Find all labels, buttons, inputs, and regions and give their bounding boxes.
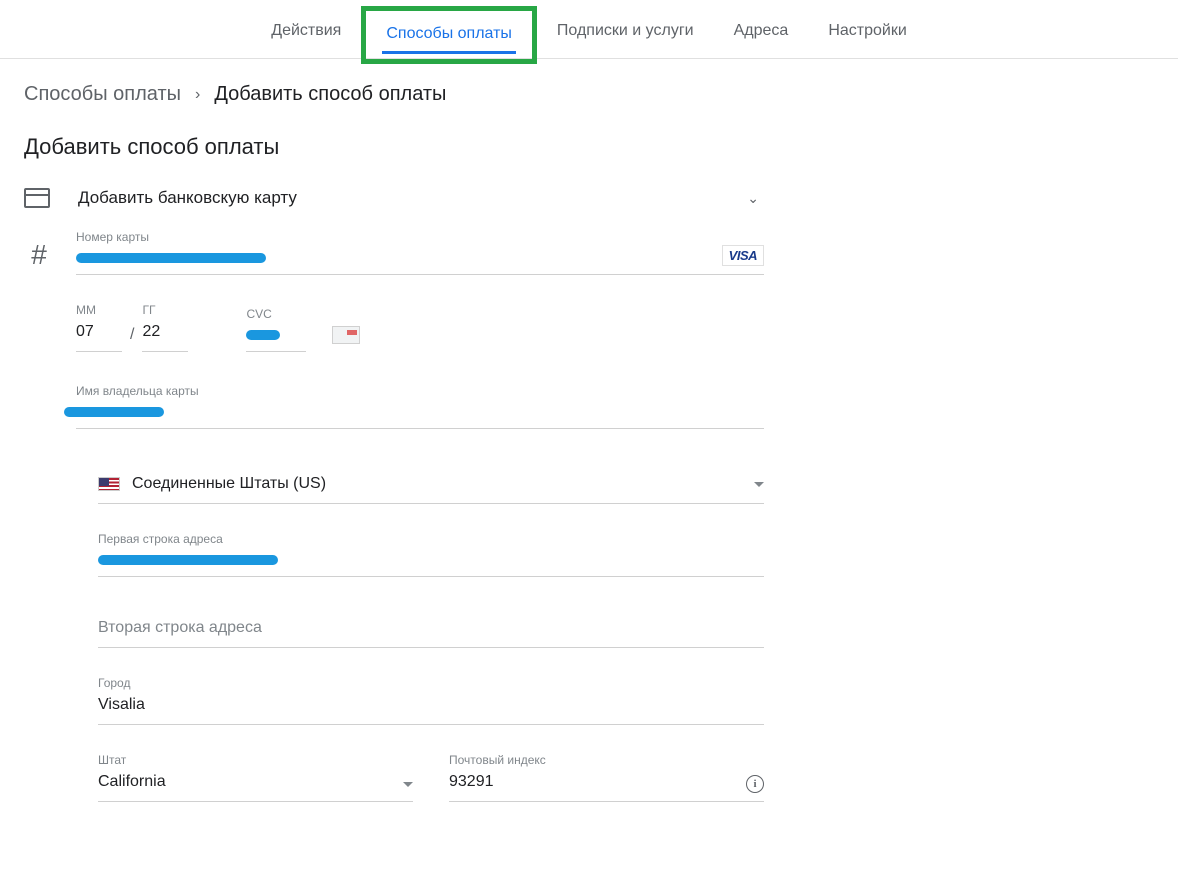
card-number-redacted [76, 253, 266, 263]
dropdown-arrow-icon [754, 482, 764, 487]
card-icon [24, 188, 50, 208]
state-select[interactable]: California [98, 773, 403, 795]
add-card-label: Добавить банковскую карту [78, 188, 719, 208]
breadcrumb: Способы оплаты › Добавить способ оплаты [24, 83, 1154, 106]
cardholder-label: Имя владельца карты [76, 384, 764, 398]
dropdown-arrow-icon [403, 782, 413, 787]
country-value: Соединенные Штаты (US) [132, 475, 742, 493]
cvc-label: CVC [246, 307, 306, 321]
address-line2-input[interactable]: Вторая строка адреса [98, 619, 764, 641]
expiry-separator: / [130, 326, 134, 352]
tab-addresses[interactable]: Адреса [730, 12, 793, 58]
yy-label: ГГ [142, 303, 188, 317]
hash-icon: # [24, 239, 54, 275]
breadcrumb-current: Добавить способ оплаты [214, 83, 446, 106]
chevron-right-icon: › [195, 86, 200, 104]
cvc-redacted [246, 330, 280, 340]
cardholder-input[interactable] [76, 404, 764, 422]
address-line1-label: Первая строка адреса [98, 532, 764, 546]
card-number-label: Номер карты [76, 230, 764, 244]
state-label: Штат [98, 753, 403, 767]
cvc-input[interactable] [246, 327, 306, 345]
us-flag-icon [98, 477, 120, 491]
card-number-input[interactable] [76, 250, 764, 268]
tab-highlight: Способы оплаты [361, 6, 537, 64]
mm-input[interactable]: 07 [76, 323, 122, 345]
tab-settings[interactable]: Настройки [824, 12, 910, 58]
info-icon[interactable]: i [746, 775, 764, 793]
zip-label: Почтовый индекс [449, 753, 740, 767]
tab-subscriptions[interactable]: Подписки и услуги [553, 12, 698, 58]
address-line1-redacted [98, 555, 278, 565]
breadcrumb-root[interactable]: Способы оплаты [24, 83, 181, 106]
chevron-down-icon: ⌄ [747, 190, 759, 207]
yy-input[interactable]: 22 [142, 323, 188, 345]
visa-badge: VISA [722, 245, 764, 266]
city-label: Город [98, 676, 764, 690]
top-tabs: Действия Способы оплаты Подписки и услуг… [0, 0, 1178, 59]
tab-payment-methods[interactable]: Способы оплаты [382, 15, 516, 54]
page-title: Добавить способ оплаты [24, 134, 1154, 160]
zip-input[interactable]: 93291 [449, 773, 740, 795]
cardholder-redacted [64, 407, 164, 417]
tab-actions[interactable]: Действия [267, 12, 345, 58]
cvc-card-icon [332, 326, 360, 344]
address-line1-input[interactable] [98, 552, 764, 570]
mm-label: ММ [76, 303, 122, 317]
country-select[interactable]: Соединенные Штаты (US) [98, 457, 764, 504]
city-input[interactable]: Visalia [98, 696, 764, 718]
add-card-selector[interactable]: Добавить банковскую карту ⌄ [24, 188, 759, 208]
